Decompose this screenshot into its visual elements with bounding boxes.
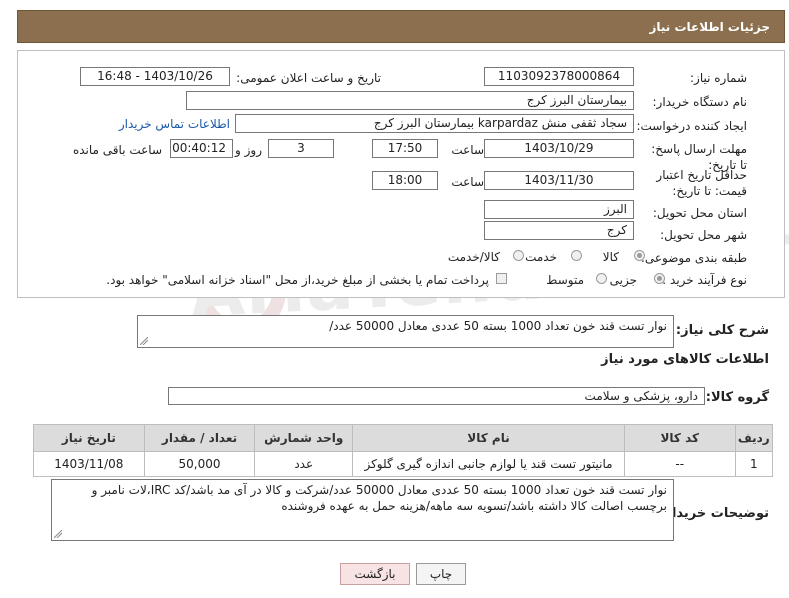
treasury-payment-checkbox[interactable] bbox=[496, 273, 507, 284]
goods-group-label: گروه کالا: bbox=[705, 390, 769, 405]
response-time-label: ساعت bbox=[451, 143, 484, 157]
purchase-type-radio-medium[interactable] bbox=[596, 273, 607, 284]
resize-grip-icon[interactable] bbox=[140, 337, 148, 345]
table-row: 1 -- مانیتور تست قند یا لوازم جانبی اندا… bbox=[33, 451, 774, 477]
col-header-code: کد کالا bbox=[623, 424, 736, 452]
remaining-time-label: ساعت باقی مانده bbox=[72, 143, 162, 157]
buyer-org-label: نام دستگاه خریدار: bbox=[652, 95, 748, 109]
goods-table-header: ردیف کد کالا نام کالا واحد شمارش تعداد /… bbox=[33, 424, 774, 452]
col-header-unit: واحد شمارش bbox=[254, 424, 354, 452]
buyer-notes-label: توضیحات خریدار: bbox=[659, 506, 769, 521]
purchase-type-radio-minor[interactable] bbox=[654, 273, 665, 284]
buyer-notes-field: نوار تست قند خون تعداد 1000 بسته 50 عددی… bbox=[51, 479, 674, 541]
delivery-province-label: استان محل تحویل: bbox=[652, 206, 747, 220]
buyer-contact-link[interactable]: اطلاعات تماس خریدار bbox=[119, 117, 230, 131]
col-header-quantity: تعداد / مقدار bbox=[143, 424, 256, 452]
general-description-field: نوار تست قند خون تعداد 1000 بسته 50 عددی… bbox=[137, 315, 674, 348]
col-header-need-date: تاریخ نیاز bbox=[33, 424, 145, 452]
need-number-label: شماره نیاز: bbox=[690, 71, 747, 85]
cell-goods-name: مانیتور تست قند یا لوازم جانبی اندازه گی… bbox=[352, 451, 625, 477]
need-number-field: 1103092378000864 bbox=[484, 67, 634, 86]
remaining-time-field: 00:40:12 bbox=[170, 139, 233, 158]
requester-label: ایجاد کننده درخواست: bbox=[636, 119, 747, 133]
category-radio-goods-service[interactable] bbox=[513, 250, 524, 261]
col-header-name: نام کالا bbox=[352, 424, 625, 452]
category-option-goods-service: کالا/خدمت bbox=[447, 250, 500, 264]
requester-field: سجاد ثقفی منش karpardaz بیمارستان البرز … bbox=[235, 114, 634, 133]
response-time-field: 17:50 bbox=[372, 139, 438, 158]
price-validity-time-field: 18:00 bbox=[372, 171, 438, 190]
days-label: روز و bbox=[235, 143, 262, 157]
price-validity-label: حداقل تاریخ اعتبار قیمت: تا تاریخ: bbox=[656, 168, 747, 198]
cell-need-date: 1403/11/08 bbox=[33, 451, 145, 477]
purchase-type-label: نوع فرآیند خرید : bbox=[662, 273, 747, 287]
cell-unit: عدد bbox=[254, 451, 354, 477]
col-header-row: ردیف bbox=[734, 424, 774, 452]
cell-goods-code: -- bbox=[623, 451, 736, 477]
treasury-payment-note: پرداخت تمام یا بخشی از مبلغ خرید،از محل … bbox=[106, 273, 489, 287]
page-header: جزئیات اطلاعات نیاز bbox=[17, 10, 785, 43]
announce-datetime-label: تاریخ و ساعت اعلان عمومی: bbox=[236, 71, 381, 85]
response-date-field: 1403/10/29 bbox=[484, 139, 634, 158]
goods-info-title: اطلاعات کالاهای مورد نیاز bbox=[601, 352, 769, 367]
buyer-org-field: بیمارستان البرز کرج bbox=[186, 91, 634, 110]
purchase-type-option-minor: جزیی bbox=[609, 273, 637, 287]
purchase-type-option-medium: متوسط bbox=[546, 273, 584, 287]
delivery-province-field: البرز bbox=[484, 200, 634, 219]
category-radio-goods[interactable] bbox=[634, 250, 645, 261]
cell-row-number: 1 bbox=[734, 451, 774, 477]
delivery-city-label: شهر محل تحویل: bbox=[660, 228, 747, 242]
category-radio-service[interactable] bbox=[571, 250, 582, 261]
print-button[interactable]: چاپ bbox=[416, 563, 466, 585]
delivery-city-field: کرج bbox=[484, 221, 634, 240]
buyer-notes-text: نوار تست قند خون تعداد 1000 بسته 50 عددی… bbox=[91, 483, 667, 513]
category-label: طبقه بندی موضوعی: bbox=[640, 251, 747, 265]
general-description-label: شرح کلی نیاز: bbox=[675, 323, 769, 338]
page-title: جزئیات اطلاعات نیاز bbox=[649, 20, 770, 34]
general-description-text: نوار تست قند خون تعداد 1000 بسته 50 عددی… bbox=[329, 319, 667, 333]
remaining-days-field: 3 bbox=[268, 139, 334, 158]
price-validity-time-label: ساعت bbox=[451, 175, 484, 189]
goods-table: ردیف کد کالا نام کالا واحد شمارش تعداد /… bbox=[33, 424, 774, 477]
category-option-goods: کالا bbox=[602, 250, 619, 264]
category-option-service: خدمت bbox=[525, 250, 557, 264]
cell-quantity: 50,000 bbox=[143, 451, 256, 477]
goods-group-field: دارو، پزشکی و سلامت bbox=[168, 387, 705, 405]
back-button[interactable]: بازگشت bbox=[340, 563, 410, 585]
resize-grip-icon[interactable] bbox=[54, 530, 62, 538]
announce-datetime-field: 1403/10/26 - 16:48 bbox=[80, 67, 230, 86]
price-validity-date-field: 1403/11/30 bbox=[484, 171, 634, 190]
